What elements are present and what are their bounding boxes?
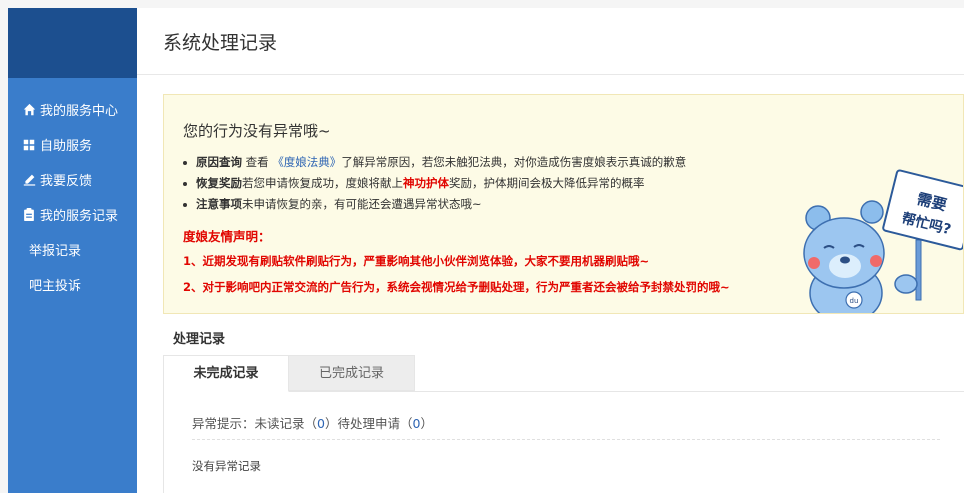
notice-bullets: 原因查询 查看 《度娘法典》 了解异常原因，若您未触犯法典，对你造成伤害度娘表示… xyxy=(183,152,686,215)
tab-incomplete-records[interactable]: 未完成记录 xyxy=(163,355,289,392)
bullet-text: 若您申请恢复成功，度娘将献上 xyxy=(242,176,403,190)
records-panel: 异常提示：未读记录（0）待处理申请（0） 没有异常记录 xyxy=(163,391,964,493)
page-title: 系统处理记录 xyxy=(137,8,964,75)
svg-text:du: du xyxy=(850,297,859,305)
reward-highlight: 神功护体 xyxy=(403,176,449,190)
unread-count[interactable]: 0 xyxy=(317,416,325,431)
sidebar-item-label: 举报记录 xyxy=(29,244,82,259)
list-item: 注意事项 未申请恢复的亲，有可能还会遭遇异常状态哦~ xyxy=(183,194,686,215)
grid-icon xyxy=(22,138,36,152)
records-stats: 异常提示：未读记录（0）待处理申请（0） xyxy=(192,413,433,432)
sidebar-item-label: 我的服务中心 xyxy=(40,104,119,119)
bullet-text: 未申请恢复的亲，有可能还会遭遇异常状态哦~ xyxy=(242,197,482,211)
sidebar-item-feedback[interactable]: 我要反馈 xyxy=(8,162,137,197)
declaration-item: 1、近期发现有刷贴软件刷贴行为，严重影响其他小伙伴浏览体验，大家不要用机器刷贴哦… xyxy=(183,254,650,268)
declaration-title: 度娘友情声明： xyxy=(183,229,271,244)
bullet-text: 了解异常原因，若您未触犯法典，对你造成伤害度娘表示真诚的歉意 xyxy=(341,155,687,169)
bullet-text: 查看 xyxy=(242,155,273,169)
status-notice: 您的行为没有异常哦~ 原因查询 查看 《度娘法典》 了解异常原因，若您未触犯法典… xyxy=(163,94,964,314)
notice-title: 您的行为没有异常哦~ xyxy=(183,122,331,140)
stats-text: 异常提示：未读记录（ xyxy=(192,416,318,431)
sidebar-item-report-records[interactable]: 举报记录 xyxy=(8,232,137,267)
list-item: 恢复奖励 若您申请恢复成功，度娘将献上 神功护体 奖励，护体期间会极大降低异常的… xyxy=(183,173,686,194)
divider xyxy=(192,439,940,440)
sidebar-nav: 我的服务中心 自助服务 我要反馈 我的服务记录 举报记录 吧主投诉 xyxy=(8,78,137,302)
stats-text: ）待处理申请（ xyxy=(324,416,413,431)
records-section-label: 处理记录 xyxy=(173,332,226,347)
tab-completed-records[interactable]: 已完成记录 xyxy=(289,355,415,391)
sidebar-item-self-service[interactable]: 自助服务 xyxy=(8,127,137,162)
sidebar-item-service-records[interactable]: 我的服务记录 xyxy=(8,197,137,232)
main-content: 系统处理记录 您的行为没有异常哦~ 原因查询 查看 《度娘法典》 了解异常原因，… xyxy=(137,8,964,493)
bullet-text: 奖励，护体期间会极大降低异常的概率 xyxy=(449,176,645,190)
declaration-item: 2、对于影响吧内正常交流的广告行为，系统会视情况给予删贴处理，行为严重者还会被给… xyxy=(183,280,730,294)
sidebar-logo-area xyxy=(8,8,137,78)
sidebar-item-label: 自助服务 xyxy=(40,139,93,154)
law-code-link[interactable]: 《度娘法典》 xyxy=(272,152,341,173)
bullet-head: 恢复奖励 xyxy=(196,176,242,190)
clipboard-icon xyxy=(22,208,36,222)
mascot-bear-icon[interactable]: 需要 帮忙吗? du xyxy=(798,168,963,313)
stats-text: ） xyxy=(420,416,433,431)
sidebar-item-label: 吧主投诉 xyxy=(29,279,82,294)
sidebar-item-label: 我要反馈 xyxy=(40,174,93,189)
records-tabs: 未完成记录 已完成记录 xyxy=(163,355,964,392)
bullet-head: 注意事项 xyxy=(196,197,242,211)
edit-icon xyxy=(22,173,36,187)
home-icon xyxy=(22,103,36,117)
list-item: 原因查询 查看 《度娘法典》 了解异常原因，若您未触犯法典，对你造成伤害度娘表示… xyxy=(183,152,686,173)
sidebar-item-moderator-complaint[interactable]: 吧主投诉 xyxy=(8,267,137,302)
sidebar: 我的服务中心 自助服务 我要反馈 我的服务记录 举报记录 吧主投诉 xyxy=(8,8,137,493)
sidebar-item-label: 我的服务记录 xyxy=(40,209,119,224)
sidebar-item-service-center[interactable]: 我的服务中心 xyxy=(8,92,137,127)
bullet-head: 原因查询 xyxy=(196,155,242,169)
empty-state-text: 没有异常记录 xyxy=(192,459,261,473)
